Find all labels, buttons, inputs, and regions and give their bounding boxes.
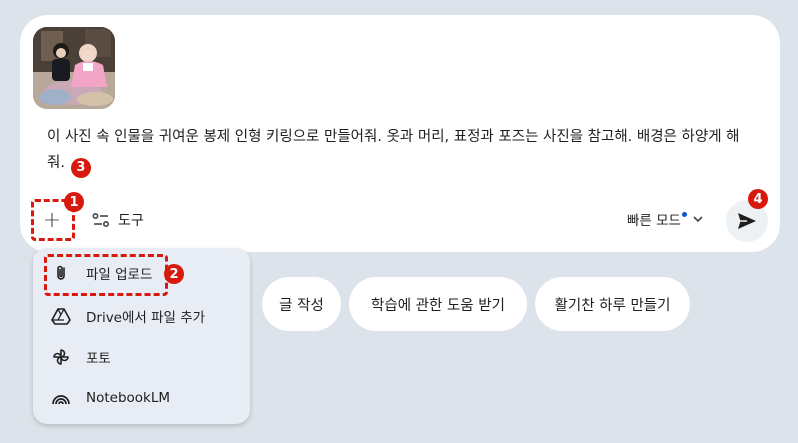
- prompt-text: 이 사진 속 인물을 귀여운 봉제 인형 키링으로 만들어줘. 옷과 머리, 표…: [47, 129, 740, 171]
- suggestion-chip-energetic-day[interactable]: 활기찬 하루 만들기: [535, 277, 690, 331]
- mode-selector[interactable]: 빠른 모드: [627, 209, 705, 229]
- menu-item-drive[interactable]: Drive에서 파일 추가: [33, 297, 250, 335]
- notebooklm-icon: [52, 395, 70, 405]
- menu-item-notebooklm[interactable]: NotebookLM: [33, 379, 250, 417]
- attached-image-thumbnail[interactable]: [33, 27, 115, 109]
- annotation-highlight-upload: [44, 254, 168, 296]
- chip-label: 활기찬 하루 만들기: [554, 297, 671, 314]
- photos-pinwheel-icon: [53, 349, 69, 365]
- mode-indicator-dot: [681, 211, 687, 217]
- annotation-badge-3: 3: [70, 158, 91, 178]
- drive-icon: [51, 308, 71, 325]
- menu-item-label: Drive에서 파일 추가: [86, 310, 206, 326]
- menu-item-photos[interactable]: 포토: [33, 338, 250, 376]
- chevron-down-icon: [693, 216, 703, 223]
- prompt-text-block[interactable]: 이 사진 속 인물을 귀여운 봉제 인형 키링으로 만들어줘. 옷과 머리, 표…: [47, 124, 747, 178]
- send-icon: [738, 213, 756, 229]
- annotation-badge-2: 2: [164, 264, 184, 284]
- mode-label: 빠른 모드: [627, 213, 681, 229]
- annotation-badge-1: 1: [64, 192, 84, 212]
- tools-icon: [92, 212, 110, 228]
- tools-button[interactable]: 도구: [92, 207, 144, 233]
- prompt-card: 이 사진 속 인물을 귀여운 봉제 인형 키링으로 만들어줘. 옷과 머리, 표…: [20, 15, 780, 252]
- chip-label: 학습에 관한 도움 받기: [371, 297, 505, 314]
- tools-label: 도구: [118, 213, 144, 229]
- annotation-badge-4: 4: [748, 189, 768, 209]
- suggestion-chip-write[interactable]: 글 작성: [262, 277, 341, 331]
- chip-label: 글 작성: [279, 297, 324, 314]
- suggestion-chip-learning-help[interactable]: 학습에 관한 도움 받기: [349, 277, 527, 331]
- menu-item-label: NotebookLM: [86, 390, 171, 406]
- menu-item-label: 포토: [86, 351, 111, 367]
